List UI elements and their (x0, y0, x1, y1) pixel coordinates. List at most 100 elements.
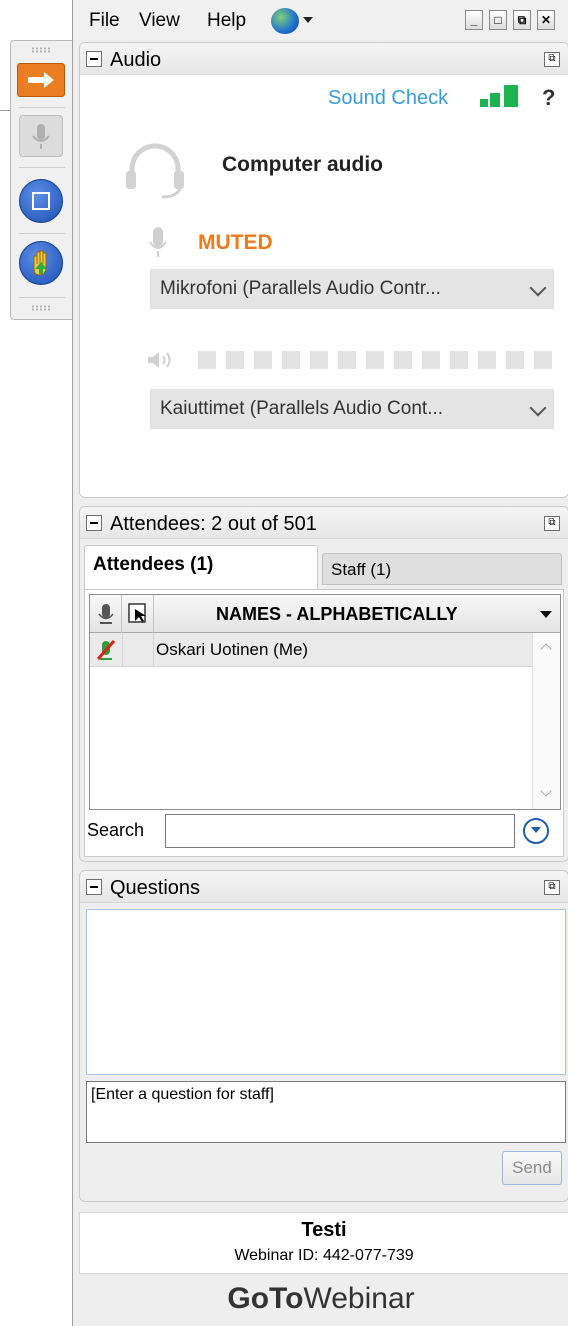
questions-header: Questions ⧉ (80, 871, 568, 903)
speaker-icon (148, 352, 171, 368)
chevron-down-icon (529, 279, 547, 297)
chevron-down-icon[interactable] (540, 785, 552, 797)
brand-logo-bold: GoTo (227, 1282, 304, 1315)
level-segment (366, 351, 384, 369)
screen-view-icon (128, 603, 146, 623)
view-cell (122, 633, 154, 667)
collapse-questions-button[interactable] (86, 879, 102, 895)
search-label: Search (87, 820, 145, 840)
menu-help[interactable]: Help (207, 10, 246, 32)
level-segment (282, 351, 300, 369)
level-segment (198, 351, 216, 369)
grab-tab-divider (19, 297, 65, 298)
level-segment (310, 351, 328, 369)
tab-staff-label: Staff (1) (331, 560, 392, 579)
attendees-header: Attendees: 2 out of 501 ⧉ (80, 507, 568, 539)
audio-section: Audio ⧉ Sound Check ? Computer audio MUT… (79, 42, 568, 498)
column-view[interactable] (122, 595, 154, 633)
webinar-info: Testi Webinar ID: 442-077-739 (79, 1212, 568, 1274)
grab-tab-divider (19, 107, 65, 108)
level-segment (478, 351, 496, 369)
grab-tab (10, 40, 72, 320)
muted-mic-icon (96, 640, 116, 660)
popout-questions-button[interactable]: ⧉ (544, 880, 560, 895)
speaker-select[interactable]: Kaiuttimet (Parallels Audio Cont... (150, 389, 554, 429)
webinar-id: Webinar ID: 442-077-739 (234, 1247, 414, 1264)
collapse-panel-button[interactable] (17, 63, 65, 97)
attendees-panel: NAMES - ALPHABETICALLY Oskari Uotinen (M… (84, 589, 564, 857)
restore-button[interactable]: ⧉ (513, 10, 531, 30)
brand-logo: GoToWebinar (73, 1282, 568, 1316)
mute-button[interactable] (19, 115, 63, 157)
microphone-select-value: Mikrofoni (Parallels Audio Contr... (160, 278, 441, 299)
attendees-title: Attendees: 2 out of 501 (110, 513, 317, 535)
menu-file[interactable]: File (89, 10, 120, 32)
attendees-list-header: NAMES - ALPHABETICALLY (90, 595, 560, 633)
globe-icon[interactable] (271, 8, 299, 34)
minimize-button[interactable]: _ (465, 10, 483, 30)
questions-title: Questions (110, 877, 201, 899)
popout-audio-button[interactable]: ⧉ (544, 52, 560, 67)
level-segment (394, 351, 412, 369)
close-button[interactable]: ✕ (537, 10, 555, 30)
microphone-select[interactable]: Mikrofoni (Parallels Audio Contr... (150, 269, 554, 309)
audio-mode-label: Computer audio (222, 153, 383, 176)
signal-bar (490, 93, 500, 107)
send-button[interactable]: Send (502, 1151, 562, 1185)
host-window-edge (0, 110, 10, 111)
collapse-attendees-button[interactable] (86, 515, 102, 531)
grab-tab-divider (19, 233, 65, 234)
grip-handle-top[interactable] (31, 47, 51, 53)
maximize-button[interactable]: □ (489, 10, 507, 30)
mute-status: MUTED (198, 231, 273, 254)
sound-check-link[interactable]: Sound Check (328, 87, 448, 110)
microphone-icon (32, 124, 50, 149)
audio-header: Audio ⧉ (80, 43, 568, 75)
microphone-icon (98, 604, 114, 624)
control-panel: File View Help _ □ ⧉ ✕ Audio ⧉ Sound Che… (72, 0, 568, 1326)
sort-caret-icon[interactable] (540, 611, 552, 618)
attendees-scrollbar[interactable] (532, 633, 560, 809)
chevron-up-icon[interactable] (540, 643, 552, 655)
attendees-list: NAMES - ALPHABETICALLY Oskari Uotinen (M… (89, 594, 561, 810)
audio-title: Audio (110, 49, 162, 71)
tab-staff[interactable]: Staff (1) (322, 553, 562, 585)
column-audio[interactable] (90, 595, 122, 633)
raise-hand-icon (33, 250, 47, 276)
level-segment (422, 351, 440, 369)
attendees-section: Attendees: 2 out of 501 ⧉ Attendees (1) … (79, 506, 568, 862)
tab-attendees-label: Attendees (1) (93, 554, 214, 575)
level-segment (506, 351, 524, 369)
raise-hand-button[interactable] (19, 241, 63, 285)
popout-attendees-button[interactable]: ⧉ (544, 516, 560, 531)
signal-bar (504, 85, 518, 107)
attendee-name: Oskari Uotinen (Me) (156, 640, 309, 659)
speaker-select-value: Kaiuttimet (Parallels Audio Cont... (160, 398, 444, 419)
signal-bar (480, 99, 488, 107)
caret-down-icon[interactable] (303, 17, 313, 23)
chevron-down-icon (529, 399, 547, 417)
screen-icon (32, 192, 50, 210)
table-row[interactable]: Oskari Uotinen (Me) (90, 633, 532, 667)
level-segment (450, 351, 468, 369)
level-segment (534, 351, 552, 369)
microphone-icon (149, 227, 167, 257)
column-names[interactable]: NAMES - ALPHABETICALLY (216, 604, 458, 625)
grip-handle-bottom[interactable] (31, 305, 51, 311)
search-input[interactable] (165, 814, 515, 848)
question-input[interactable] (86, 1081, 566, 1143)
menu-bar: File View Help _ □ ⧉ ✕ (73, 0, 568, 40)
search-options-button[interactable] (523, 818, 549, 844)
menu-view[interactable]: View (139, 10, 180, 32)
webinar-title: Testi (301, 1219, 347, 1241)
tab-attendees[interactable]: Attendees (1) (84, 545, 318, 589)
questions-log[interactable] (86, 909, 566, 1075)
audio-help-button[interactable]: ? (542, 85, 555, 111)
show-screen-button[interactable] (19, 179, 63, 223)
questions-section: Questions ⧉ Send (79, 870, 568, 1202)
collapse-audio-button[interactable] (86, 51, 102, 67)
arrow-right-icon (28, 72, 54, 88)
level-segment (226, 351, 244, 369)
brand-logo-rest: Webinar (303, 1282, 415, 1315)
level-segment (254, 351, 272, 369)
